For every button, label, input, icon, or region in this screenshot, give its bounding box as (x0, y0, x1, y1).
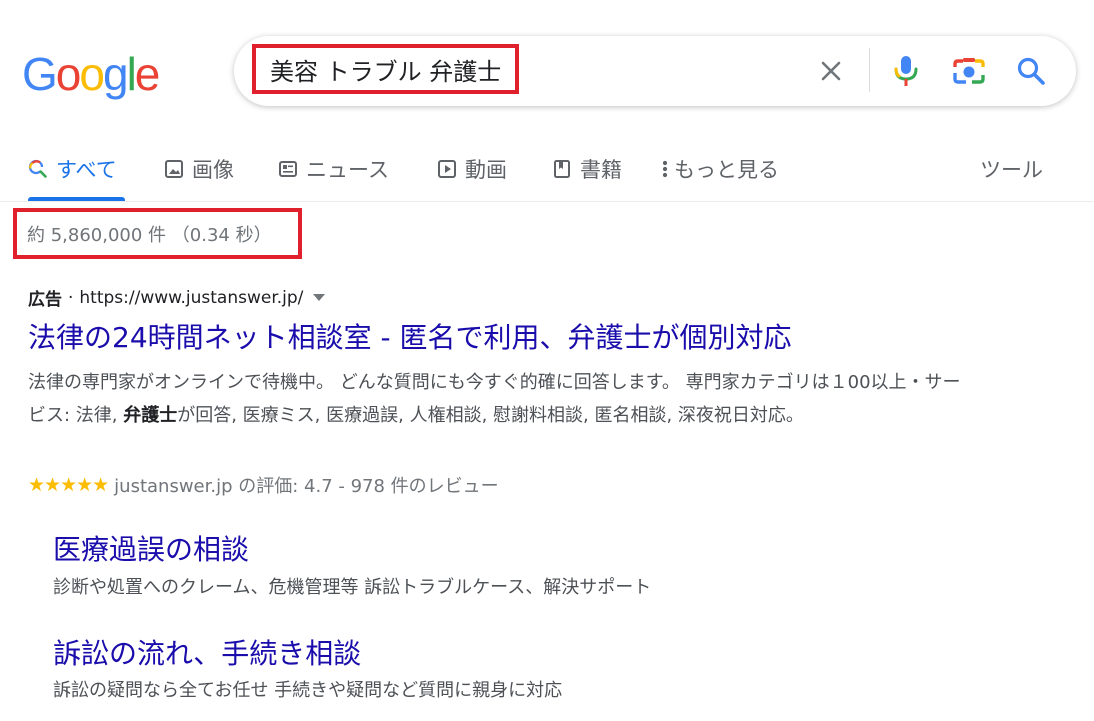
logo-letter: o (55, 48, 82, 100)
tab-label: ニュース (306, 158, 389, 182)
close-icon (821, 61, 841, 81)
logo-letter: o (79, 48, 105, 100)
star-rating-icon: ★★★★★ (28, 474, 109, 496)
tools-button[interactable]: ツール (980, 154, 1043, 184)
google-logo[interactable]: Google (22, 46, 161, 102)
ad-title-link[interactable]: 法律の24時間ネット相談室 - 匿名で利用、弁護士が個別対応 (28, 318, 792, 358)
search-box[interactable]: 美容 トラブル 弁護士 (234, 36, 1076, 106)
tab-more[interactable]: もっと見る (660, 154, 779, 184)
tab-books[interactable]: 書籍 (552, 154, 622, 184)
search-tabs: すべて 画像 ニュース 動画 書籍 もっと見る ツール (0, 140, 1094, 202)
sitelink-title[interactable]: 訴訟の流れ、手続き相談 (53, 634, 361, 674)
tab-videos[interactable]: 動画 (437, 154, 507, 184)
tab-images[interactable]: 画像 (164, 154, 234, 184)
rating-text: justanswer.jp の評価: 4.7 - 978 件のレビュー (114, 476, 499, 497)
search-input[interactable]: 美容 トラブル 弁護士 (270, 52, 501, 87)
tab-label: すべて (56, 158, 117, 182)
search-divider (869, 48, 870, 92)
ad-url[interactable]: https://www.justanswer.jp/ (79, 288, 303, 308)
ad-label: 広告 (28, 290, 62, 310)
ad-description: 法律の専門家がオンラインで待機中。 どんな質問にも今すぐ的確に回答します。 専門… (28, 366, 968, 432)
book-icon (552, 159, 572, 179)
ad-desc-text: が回答, 医療ミス, 医療過誤, 人権相談, 慰謝料相談, 匿名相談, 深夜祝日… (177, 405, 804, 426)
logo-letter: e (134, 48, 161, 100)
search-button[interactable] (1009, 49, 1053, 93)
ad-header: 広告 · https://www.justanswer.jp/ (28, 285, 326, 310)
search-icon (28, 159, 48, 179)
logo-letter: G (22, 48, 58, 100)
separator-dot: · (68, 287, 74, 308)
image-search-button[interactable] (947, 49, 991, 93)
tab-label: 画像 (192, 158, 234, 182)
sitelink-description: 診断や処置へのクレーム、危機管理等 訴訟トラブルケース、解決サポート (53, 577, 652, 598)
news-icon (278, 159, 298, 179)
tab-all[interactable]: すべて (28, 154, 117, 184)
result-stats: 約 5,860,000 件 （0.34 秒） (27, 224, 272, 246)
tab-label: もっと見る (674, 158, 779, 182)
tab-label: 書籍 (580, 158, 622, 182)
camera-icon (953, 58, 985, 84)
logo-letter: g (102, 48, 129, 100)
active-tab-indicator (28, 197, 125, 201)
tools-label: ツール (980, 158, 1043, 182)
result-stats-highlight-box: 約 5,860,000 件 （0.34 秒） (13, 208, 302, 259)
microphone-icon (894, 56, 918, 86)
logo-letter: l (126, 48, 137, 100)
tab-label: 動画 (465, 158, 507, 182)
search-icon (1017, 57, 1045, 85)
image-icon (164, 159, 184, 179)
dropdown-arrow-icon[interactable] (313, 294, 326, 301)
tab-news[interactable]: ニュース (278, 154, 389, 184)
more-vert-icon (660, 159, 670, 179)
ad-desc-bold: 弁護士 (123, 405, 178, 426)
sitelink-description: 訴訟の疑問なら全てお任せ 手続きや疑問など質問に親身に対応 (53, 680, 563, 701)
clear-button[interactable] (809, 49, 853, 93)
voice-search-button[interactable] (884, 49, 928, 93)
sitelink-title[interactable]: 医療過誤の相談 (53, 530, 249, 570)
video-icon (437, 159, 457, 179)
query-highlight-box: 美容 トラブル 弁護士 (252, 44, 520, 94)
ad-rating: ★★★★★ justanswer.jp の評価: 4.7 - 978 件のレビュ… (28, 472, 499, 498)
